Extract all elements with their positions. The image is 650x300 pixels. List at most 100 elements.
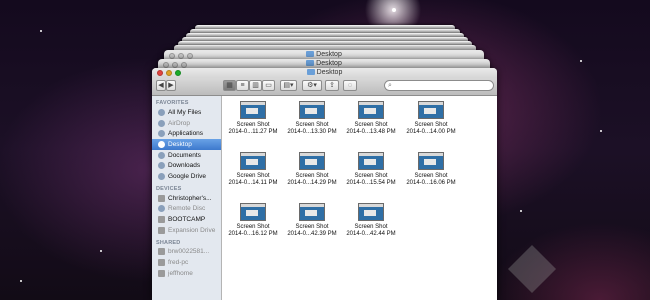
sidebar-item-all-my-files[interactable]: All My Files <box>152 107 221 118</box>
screenshot-thumbnail-icon <box>418 152 444 170</box>
sidebar-item-christophers[interactable]: Christopher's... <box>152 193 221 204</box>
file-item[interactable]: Screen Shot 2014-0...42.44 PM <box>342 203 400 238</box>
sidebar-item-label: brw0022581... <box>168 248 210 256</box>
sidebar-section-devices: DEVICES <box>156 185 182 192</box>
share-icon: ⇪ <box>329 82 335 89</box>
star <box>100 250 102 252</box>
documents-icon <box>158 151 165 159</box>
window-title-text: Desktop <box>316 60 342 67</box>
file-name-line2: 2014-0...14.00 PM <box>406 129 456 135</box>
folder-icon <box>306 51 315 58</box>
screenshot-thumbnail-icon <box>358 101 384 119</box>
star <box>20 280 22 282</box>
folder-icon <box>306 60 315 67</box>
airdrop-icon <box>158 119 165 127</box>
sidebar-item-fred-pc[interactable]: fred-pc <box>152 257 221 268</box>
window-title-text: Desktop <box>316 69 343 76</box>
all-files-icon <box>158 108 165 116</box>
file-name-line2: 2014-0...15.54 PM <box>346 180 396 186</box>
file-name-line1: Screen Shot <box>295 173 329 179</box>
file-name-line1: Screen Shot <box>236 122 270 128</box>
screenshot-thumbnail-icon <box>240 101 266 119</box>
drive-icon <box>158 226 165 234</box>
sidebar-item-remote-disc[interactable]: Remote Disc <box>152 204 221 215</box>
screenshot-thumbnail-icon <box>240 203 266 221</box>
list-view-icon: ≡ <box>240 82 245 89</box>
file-name-line2: 2014-0...13.48 PM <box>346 129 396 135</box>
file-name-line2: 2014-0...11.27 PM <box>228 129 278 135</box>
file-item[interactable]: Screen Shot 2014-0...14.29 PM <box>283 152 341 187</box>
file-item[interactable]: Screen Shot 2014-0...14.00 PM <box>402 101 460 136</box>
cover-flow-icon: ▭ <box>265 82 272 89</box>
file-item[interactable]: Screen Shot 2014-0...15.54 PM <box>342 152 400 187</box>
file-item[interactable]: Screen Shot 2014-0...16.06 PM <box>402 152 460 187</box>
file-item[interactable]: Screen Shot 2014-0...13.30 PM <box>283 101 341 136</box>
file-name-line2: 2014-0...13.30 PM <box>287 129 337 135</box>
folder-icon <box>306 69 315 76</box>
screenshot-thumbnail-icon <box>299 152 325 170</box>
sidebar-item-bootcamp[interactable]: BOOTCAMP <box>152 214 221 225</box>
sidebar-item-label: Desktop <box>168 140 192 148</box>
tag-icon: ◌ <box>347 82 353 89</box>
file-name-line1: Screen Shot <box>295 122 329 128</box>
sidebar-item-label: fred-pc <box>168 259 189 267</box>
sidebar-item-label: Documents <box>168 151 201 159</box>
column-view-icon: ▥ <box>252 82 259 89</box>
action-button[interactable]: ⚙▾ <box>302 80 322 91</box>
sidebar-item-jeffhome[interactable]: jeffhome <box>152 268 221 279</box>
network-icon <box>158 259 165 267</box>
back-button[interactable]: ◀ <box>156 80 166 91</box>
sidebar-item-label: Downloads <box>168 162 201 170</box>
sidebar-item-documents[interactable]: Documents <box>152 150 221 161</box>
screenshot-thumbnail-icon <box>299 101 325 119</box>
file-item[interactable]: Screen Shot 2014-0...13.48 PM <box>342 101 400 136</box>
toolbar: ◀ ▶ ▦ ≡ ▥ ▭ ▤▾ ⚙▾ ⇪ ◌ ⌕ <box>152 78 497 96</box>
sidebar-item-brw[interactable]: brw0022581... <box>152 247 221 258</box>
cover-flow-button[interactable]: ▭ <box>262 80 275 91</box>
forward-button[interactable]: ▶ <box>166 80 176 91</box>
file-item[interactable]: Screen Shot 2014-0...42.39 PM <box>283 203 341 238</box>
search-icon: ⌕ <box>388 82 392 89</box>
sidebar-item-label: AirDrop <box>168 119 191 127</box>
arrange-icon: ▤▾ <box>283 82 294 89</box>
window-title: Desktop <box>152 69 497 76</box>
file-name-line1: Screen Shot <box>354 173 388 179</box>
sidebar-item-airdrop[interactable]: AirDrop <box>152 118 221 129</box>
file-name-line2: 2014-0...16.12 PM <box>228 231 278 237</box>
downloads-icon <box>158 162 165 170</box>
finder-window[interactable]: Desktop ◀ ▶ ▦ ≡ ▥ ▭ ▤▾ ⚙▾ ⇪ ◌ ⌕ FAVORITE… <box>152 68 497 300</box>
tags-button[interactable]: ◌ <box>343 80 357 91</box>
sidebar-item-downloads[interactable]: Downloads <box>152 160 221 171</box>
screenshot-thumbnail-icon <box>299 203 325 221</box>
icon-view-button[interactable]: ▦ <box>223 80 236 91</box>
disc-icon <box>158 205 165 213</box>
file-name-line1: Screen Shot <box>414 173 448 179</box>
file-item[interactable]: Screen Shot 2014-0...14.11 PM <box>224 152 282 187</box>
sidebar-item-label: Expansion Drive <box>168 226 216 234</box>
sidebar-item-expansion-drive[interactable]: Expansion Drive <box>152 225 221 236</box>
star <box>600 130 602 132</box>
sidebar-section-shared: SHARED <box>156 239 181 246</box>
file-name-line1: Screen Shot <box>236 173 270 179</box>
file-item[interactable]: Screen Shot 2014-0...16.12 PM <box>224 203 282 238</box>
file-item[interactable]: Screen Shot 2014-0...11.27 PM <box>224 101 282 136</box>
column-view-button[interactable]: ▥ <box>249 80 262 91</box>
applications-icon <box>158 130 165 138</box>
list-view-button[interactable]: ≡ <box>236 80 249 91</box>
share-button[interactable]: ⇪ <box>325 80 339 91</box>
sidebar-item-label: Google Drive <box>168 172 206 180</box>
sidebar-item-applications[interactable]: Applications <box>152 128 221 139</box>
sidebar-item-google-drive[interactable]: Google Drive <box>152 171 221 182</box>
computer-icon <box>158 194 165 202</box>
search-input[interactable]: ⌕ <box>384 80 494 91</box>
title-bar[interactable]: Desktop <box>152 68 497 78</box>
star <box>392 8 396 12</box>
arrange-button[interactable]: ▤▾ <box>280 80 297 91</box>
gear-icon: ⚙▾ <box>307 82 317 89</box>
file-name-line2: 2014-0...42.39 PM <box>287 231 337 237</box>
sidebar-item-desktop[interactable]: Desktop <box>152 139 221 150</box>
sidebar-item-label: All My Files <box>168 108 202 116</box>
file-name-line2: 2014-0...16.06 PM <box>406 180 456 186</box>
sidebar-item-label: jeffhome <box>168 269 193 277</box>
file-name-line1: Screen Shot <box>414 122 448 128</box>
